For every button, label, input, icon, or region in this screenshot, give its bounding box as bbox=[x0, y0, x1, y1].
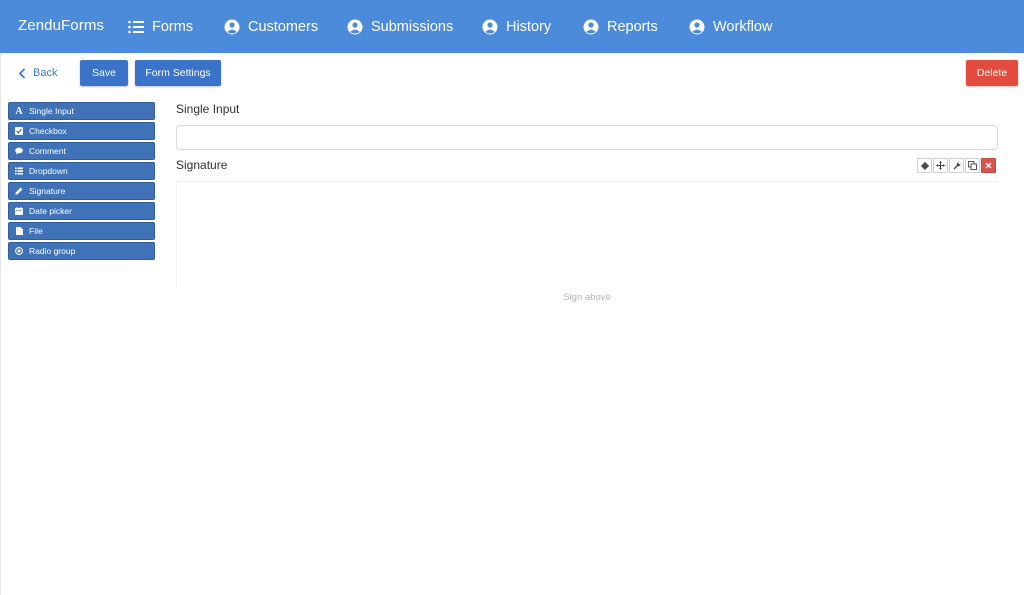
wrench-icon bbox=[953, 162, 960, 169]
save-button[interactable]: Save bbox=[80, 60, 128, 86]
comment-icon bbox=[15, 147, 23, 155]
pencil-icon bbox=[15, 187, 23, 195]
duplicate-button[interactable] bbox=[965, 158, 980, 173]
single-input-field[interactable] bbox=[176, 125, 998, 150]
palette-item-comment[interactable]: Comment bbox=[8, 142, 155, 160]
single-input-label: Single Input bbox=[176, 102, 240, 116]
signature-pad[interactable] bbox=[176, 181, 998, 288]
field-palette: A Single Input Checkbox Comment Dropdown… bbox=[8, 102, 155, 260]
user-circle-icon bbox=[347, 19, 363, 34]
palette-item-dropdown[interactable]: Dropdown bbox=[8, 162, 155, 180]
nav-workflow[interactable]: Workflow bbox=[689, 0, 772, 53]
list-icon bbox=[128, 20, 144, 33]
palette-item-date-picker[interactable]: Date picker bbox=[8, 202, 155, 220]
remove-field-button[interactable] bbox=[981, 158, 996, 173]
text-a-icon: A bbox=[15, 105, 23, 117]
user-circle-icon bbox=[689, 19, 705, 34]
close-icon bbox=[985, 162, 992, 169]
signature-hint: Sign above bbox=[563, 292, 611, 303]
nav-customers[interactable]: Customers bbox=[224, 0, 318, 53]
field-toolbar bbox=[917, 158, 996, 173]
file-icon bbox=[15, 227, 23, 235]
back-button[interactable]: Back bbox=[18, 61, 57, 85]
nav-submissions-label: Submissions bbox=[371, 18, 454, 35]
user-circle-icon bbox=[224, 19, 240, 34]
copy-icon bbox=[968, 161, 977, 170]
form-settings-button[interactable]: Form Settings bbox=[135, 60, 221, 86]
gear-icon bbox=[920, 161, 929, 170]
radio-icon bbox=[15, 247, 23, 255]
nav-forms[interactable]: Forms bbox=[128, 0, 193, 53]
nav-reports-label: Reports bbox=[607, 18, 658, 35]
palette-item-label: Comment bbox=[29, 146, 66, 156]
move-button[interactable] bbox=[933, 158, 948, 173]
list-icon bbox=[15, 167, 23, 175]
brand-logo[interactable]: ZenduForms bbox=[18, 17, 104, 34]
nav-history[interactable]: History bbox=[482, 0, 551, 53]
palette-item-radio-group[interactable]: Radio group bbox=[8, 242, 155, 260]
back-button-label: Back bbox=[33, 67, 58, 79]
palette-item-signature[interactable]: Signature bbox=[8, 182, 155, 200]
signature-label: Signature bbox=[176, 158, 228, 172]
delete-button[interactable]: Delete bbox=[966, 60, 1018, 86]
move-arrows-icon bbox=[936, 161, 945, 170]
edit-wrench-button[interactable] bbox=[949, 158, 964, 173]
calendar-icon bbox=[15, 207, 23, 215]
palette-item-single-input[interactable]: A Single Input bbox=[8, 102, 155, 120]
palette-item-file[interactable]: File bbox=[8, 222, 155, 240]
palette-item-label: Checkbox bbox=[29, 126, 67, 136]
user-circle-icon bbox=[583, 19, 599, 34]
nav-submissions[interactable]: Submissions bbox=[347, 0, 453, 53]
palette-item-label: Radio group bbox=[29, 246, 76, 256]
nav-history-label: History bbox=[506, 18, 552, 35]
left-edge-divider bbox=[0, 53, 1, 595]
palette-item-checkbox[interactable]: Checkbox bbox=[8, 122, 155, 140]
nav-reports[interactable]: Reports bbox=[583, 0, 658, 53]
palette-item-label: File bbox=[29, 226, 43, 236]
nav-workflow-label: Workflow bbox=[713, 18, 773, 35]
palette-item-label: Dropdown bbox=[29, 166, 68, 176]
chevron-left-icon bbox=[18, 67, 26, 79]
nav-customers-label: Customers bbox=[248, 18, 319, 35]
top-navbar: ZenduForms Forms Customers Submissions H… bbox=[0, 0, 1024, 53]
palette-item-label: Single Input bbox=[29, 106, 74, 116]
checkbox-icon bbox=[15, 127, 23, 135]
palette-item-label: Date picker bbox=[29, 206, 72, 216]
palette-item-label: Signature bbox=[29, 186, 66, 196]
nav-forms-label: Forms bbox=[152, 18, 194, 35]
user-circle-icon bbox=[482, 19, 498, 34]
settings-gear-button[interactable] bbox=[917, 158, 932, 173]
